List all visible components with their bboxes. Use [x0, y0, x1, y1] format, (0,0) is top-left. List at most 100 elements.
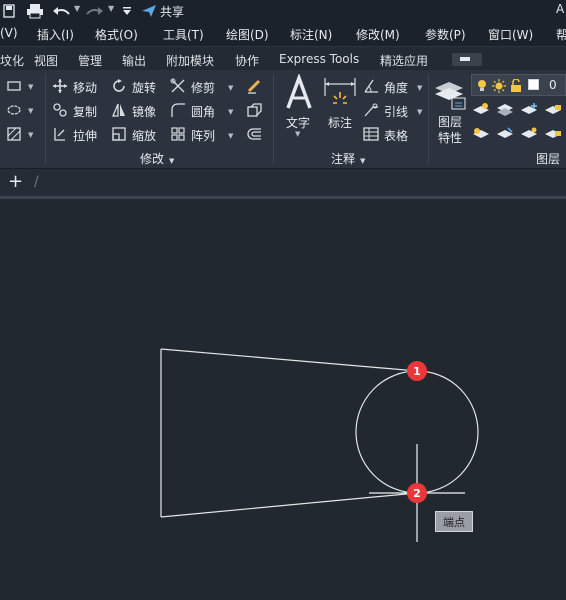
- print-icon[interactable]: [26, 2, 44, 20]
- mirror-tool[interactable]: 镜像: [132, 103, 156, 120]
- tab-output[interactable]: 输出: [122, 52, 146, 69]
- text-tool-label[interactable]: 文字: [286, 114, 310, 131]
- layer-lock-icon[interactable]: [544, 101, 562, 120]
- marker-1-label: 1: [413, 364, 421, 378]
- tab-parametric[interactable]: 坟化: [0, 52, 24, 69]
- erase-icon[interactable]: [246, 78, 262, 94]
- menu-draw[interactable]: 绘图(D): [226, 26, 269, 43]
- menu-tools[interactable]: 工具(T): [163, 26, 204, 43]
- modify-panel-expand-icon[interactable]: ▼: [169, 157, 174, 165]
- table-tool[interactable]: 表格: [384, 127, 408, 144]
- angle-dropdown-icon[interactable]: ▼: [417, 84, 422, 92]
- annotation-panel-expand-icon[interactable]: ▼: [360, 157, 365, 165]
- ribbon-display-toggle-icon[interactable]: [452, 53, 482, 66]
- layer-match-icon[interactable]: [496, 125, 514, 144]
- fillet-tool[interactable]: 圆角: [191, 103, 215, 120]
- undo-dropdown-icon[interactable]: ▼: [74, 4, 80, 13]
- current-layer-name: 0: [549, 78, 557, 92]
- angle-tool[interactable]: 角度: [384, 79, 408, 96]
- array-icon[interactable]: [170, 126, 186, 142]
- mirror-icon[interactable]: [111, 102, 127, 118]
- scale-icon[interactable]: [111, 126, 127, 142]
- layer-color-swatch[interactable]: [528, 79, 539, 90]
- save-icon[interactable]: [2, 2, 16, 20]
- redo-icon[interactable]: [86, 2, 104, 20]
- undo-icon[interactable]: [52, 2, 70, 20]
- marker-2: 2: [407, 483, 427, 503]
- menu-insert[interactable]: 插入(I): [37, 26, 74, 43]
- offset-icon[interactable]: [246, 126, 262, 142]
- layer-properties-icon[interactable]: [433, 74, 467, 112]
- rectangle-icon[interactable]: [6, 78, 22, 94]
- tab-featured-apps[interactable]: 精选应用: [380, 52, 428, 69]
- layer-properties-label-1[interactable]: 图层: [438, 113, 462, 130]
- array-dropdown-icon[interactable]: ▼: [228, 132, 233, 140]
- fillet-icon[interactable]: [170, 102, 186, 118]
- layer-properties-label-2[interactable]: 特性: [438, 129, 462, 146]
- text-icon[interactable]: [284, 72, 314, 112]
- new-drawing-tab-button[interactable]: +: [8, 172, 23, 192]
- layer-off-icon[interactable]: [472, 101, 490, 120]
- scale-tool[interactable]: 缩放: [132, 127, 156, 144]
- tab-manage[interactable]: 管理: [78, 52, 102, 69]
- copy-tool[interactable]: 复制: [73, 103, 97, 120]
- menu-help[interactable]: 帮: [556, 26, 566, 43]
- text-dropdown-icon[interactable]: ▼: [295, 130, 300, 138]
- fillet-dropdown-icon[interactable]: ▼: [228, 108, 233, 116]
- share-icon[interactable]: [140, 2, 158, 20]
- explode-icon[interactable]: [246, 102, 262, 118]
- move-tool[interactable]: 移动: [73, 79, 97, 96]
- layer-unlock-all-icon[interactable]: [544, 125, 562, 144]
- layer-freeze-icon[interactable]: [520, 101, 538, 120]
- modify-panel-title[interactable]: 修改 ▼: [140, 150, 174, 167]
- menu-dimension[interactable]: 标注(N): [290, 26, 332, 43]
- layer-unlock-icon[interactable]: [510, 78, 522, 97]
- menu-parametric[interactable]: 参数(P): [425, 26, 466, 43]
- annotation-panel-title[interactable]: 注释 ▼: [331, 150, 365, 167]
- rotate-icon[interactable]: [111, 78, 127, 94]
- tab-express-tools[interactable]: Express Tools: [279, 52, 359, 66]
- leader-icon[interactable]: [363, 102, 379, 118]
- layer-dropdown[interactable]: 0: [471, 74, 566, 96]
- customize-qa-icon[interactable]: [120, 2, 134, 20]
- hatch-dropdown-icon[interactable]: ▼: [28, 131, 33, 139]
- trim-dropdown-icon[interactable]: ▼: [228, 84, 233, 92]
- layers-panel-title[interactable]: 图层: [536, 150, 560, 167]
- rectangle-dropdown-icon[interactable]: ▼: [28, 83, 33, 91]
- tab-collaborate[interactable]: 协作: [235, 52, 259, 69]
- layer-isolate-icon[interactable]: [496, 101, 514, 120]
- tab-addins[interactable]: 附加模块: [166, 52, 214, 69]
- menu-modify[interactable]: 修改(M): [356, 26, 400, 43]
- quick-access-toolbar: ▼ ▼ 共享 A: [0, 0, 566, 22]
- copy-icon[interactable]: [52, 102, 68, 118]
- trim-tool[interactable]: 修剪: [191, 79, 215, 96]
- table-icon[interactable]: [363, 126, 379, 142]
- ellipse-icon[interactable]: [6, 102, 22, 118]
- menu-window[interactable]: 窗口(W): [488, 26, 533, 43]
- array-tool[interactable]: 阵列: [191, 127, 215, 144]
- layer-thaw-all-icon[interactable]: [520, 125, 538, 144]
- layer-on-all-icon[interactable]: [472, 125, 490, 144]
- drawing-canvas[interactable]: [0, 199, 566, 600]
- leader-dropdown-icon[interactable]: ▼: [417, 108, 422, 116]
- angle-icon[interactable]: [363, 78, 379, 94]
- menu-view[interactable]: (V): [0, 26, 18, 40]
- redo-dropdown-icon[interactable]: ▼: [108, 4, 114, 13]
- trim-icon[interactable]: [170, 78, 186, 94]
- dimension-icon[interactable]: [323, 76, 357, 110]
- menu-format[interactable]: 格式(O): [95, 26, 138, 43]
- layer-on-icon[interactable]: [476, 78, 488, 97]
- hatch-icon[interactable]: [6, 126, 22, 142]
- leader-tool[interactable]: 引线: [384, 103, 408, 120]
- tab-view[interactable]: 视图: [34, 52, 58, 69]
- share-label[interactable]: 共享: [160, 3, 184, 20]
- dimension-tool-label[interactable]: 标注: [328, 114, 352, 131]
- stretch-icon[interactable]: [52, 126, 68, 142]
- stretch-tool[interactable]: 拉伸: [73, 127, 97, 144]
- move-icon[interactable]: [52, 78, 68, 94]
- layer-thaw-icon[interactable]: [492, 78, 506, 97]
- menu-bar: (V) 插入(I) 格式(O) 工具(T) 绘图(D) 标注(N) 修改(M) …: [0, 22, 566, 46]
- window-title-fragment: A: [556, 2, 565, 16]
- rotate-tool[interactable]: 旋转: [132, 79, 156, 96]
- ellipse-dropdown-icon[interactable]: ▼: [28, 107, 33, 115]
